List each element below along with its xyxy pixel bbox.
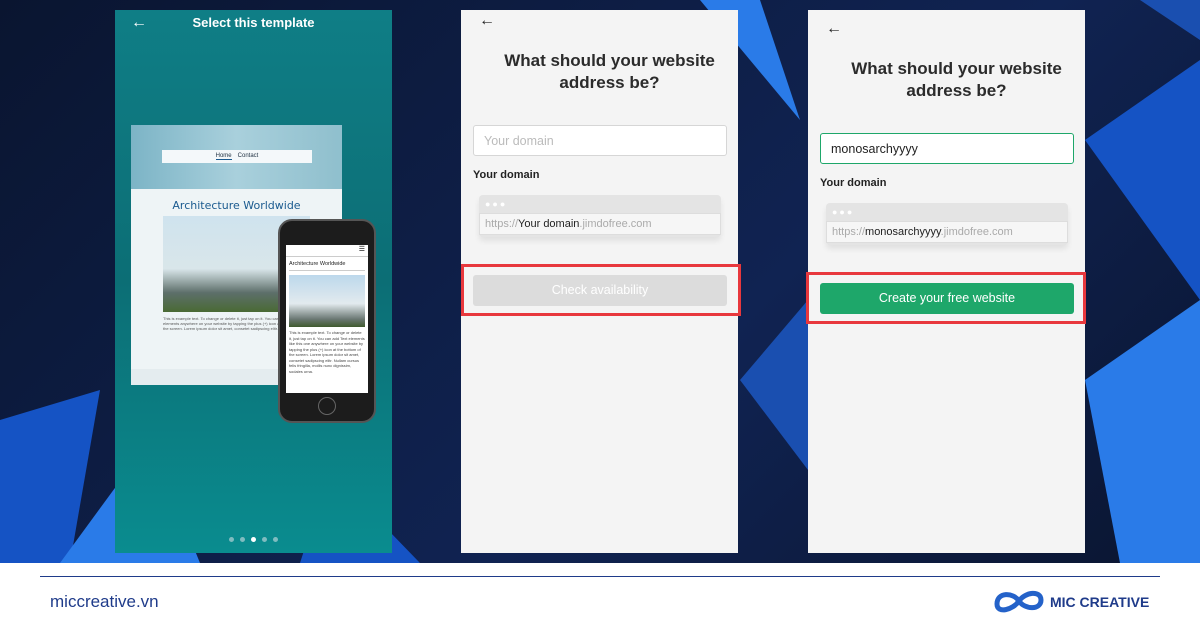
page-dot-active[interactable] [251,537,256,542]
mic-creative-logo-icon [994,590,1044,613]
domain-input[interactable]: Your domain [473,125,727,156]
footer: miccreative.vn MIC CREATIVE [0,563,1200,630]
domain-label: Your domain [473,169,540,181]
url-suffix: .jimdofree.com [940,226,1013,238]
phone-preview: ☰ Architecture Worldwide This is example… [278,219,376,423]
template-heading: Architecture Worldwide [172,199,301,212]
page-dot[interactable] [240,537,245,542]
url-suffix: .jimdofree.com [579,218,652,230]
nav-home: Home [215,153,232,160]
question-heading: What should your website address be? [851,59,1062,100]
divider [40,576,1160,577]
highlight-box [461,264,741,316]
phone-heading: Architecture Worldwide [289,261,365,271]
url-prefix: https:// [832,226,866,238]
hamburger-menu-icon: ☰ [286,245,368,257]
highlight-box [806,272,1086,324]
window-dots-icon: ●●● [485,199,508,209]
template-panel: ← Select this template Home Contact Archi… [115,10,392,553]
brand-name: MIC CREATIVE [1050,594,1150,610]
back-arrow-icon[interactable]: ← [826,20,842,38]
panel-title: Select this template [192,15,315,30]
page-dot[interactable] [229,537,234,542]
site-url[interactable]: miccreative.vn [50,592,159,612]
url-domain: Your domain [518,218,580,230]
url-domain: monosarchyyyy [865,226,941,238]
page-dot[interactable] [273,537,278,542]
url-prefix: https:// [485,218,519,230]
question-heading: What should your website address be? [504,51,715,92]
phone-screen: ☰ Architecture Worldwide This is example… [286,245,368,393]
home-button [318,397,336,415]
back-arrow-icon[interactable]: ← [479,12,495,30]
template-nav: Home Contact [162,150,312,163]
window-dots-icon: ●●● [832,207,855,217]
url-preview: ●●● https://Your domain.jimdofree.com [479,195,721,237]
phone-image [289,275,365,327]
domain-label: Your domain [820,177,887,189]
page-indicator[interactable] [115,529,392,547]
page-dot[interactable] [262,537,267,542]
domain-input[interactable]: monosarchyyyy [820,133,1074,164]
nav-contact: Contact [237,153,259,159]
phone-body: This is example text. To change or delet… [289,330,365,374]
url-preview: ●●● https://monosarchyyyy.jimdofree.com [826,203,1068,245]
